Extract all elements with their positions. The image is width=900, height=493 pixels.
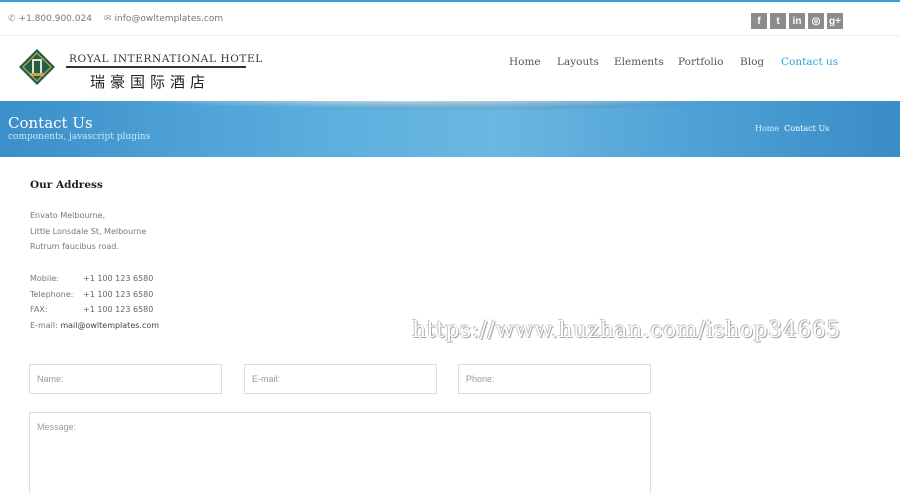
- contact-details: Mobile: +1 100 123 6580 Telephone: +1 10…: [30, 271, 159, 334]
- watermark-text: https://www.huzhan.com/ishop34665: [412, 318, 841, 343]
- banner-shine: [120, 101, 720, 109]
- fax-value: +1 100 123 6580: [83, 305, 154, 315]
- mobile-label: Mobile:: [30, 274, 59, 283]
- address-line: Little Lonsdale St, Melbourne: [30, 226, 147, 236]
- top-email[interactable]: ✉ info@owltemplates.com: [104, 14, 223, 24]
- logo-name-english: ROYAL INTERNATIONAL HOTEL: [69, 53, 263, 65]
- nav-blog[interactable]: Blog: [740, 56, 764, 68]
- nav-contact-us[interactable]: Contact us: [781, 56, 838, 68]
- page-subtitle: components, javascript plugins: [8, 132, 151, 142]
- mobile-row: Mobile: +1 100 123 6580: [30, 271, 159, 287]
- top-contact: ✆ +1.800.900.024 ✉ info@owltemplates.com: [8, 14, 223, 24]
- address-title: Our Address: [30, 179, 103, 191]
- telephone-label: Telephone:: [30, 289, 74, 299]
- email-label: E-mail:: [30, 321, 58, 331]
- phone-input[interactable]: [458, 364, 651, 394]
- top-bar: ✆ +1.800.900.024 ✉ info@owltemplates.com…: [0, 0, 900, 36]
- address-lines: Envato Melbourne, Little Lonsdale St, Me…: [30, 208, 146, 255]
- twitter-icon[interactable]: t: [770, 13, 786, 29]
- breadcrumb-current: Contact Us: [784, 124, 830, 133]
- address-line: Rutrum faucibus road.: [30, 242, 119, 251]
- logo-name-chinese: 瑞豪国际酒店: [90, 73, 211, 91]
- mobile-value: +1 100 123 6580: [83, 274, 154, 283]
- telephone-row: Telephone: +1 100 123 6580: [30, 287, 159, 303]
- dribbble-icon[interactable]: ◎: [808, 13, 824, 29]
- site-header: ROYAL INTERNATIONAL HOTEL 瑞豪国际酒店 Home La…: [0, 36, 900, 101]
- name-input[interactable]: [29, 364, 222, 394]
- top-phone-text: +1.800.900.024: [18, 14, 92, 24]
- phone-icon: ✆: [8, 14, 16, 24]
- top-email-text[interactable]: info@owltemplates.com: [114, 14, 223, 24]
- facebook-icon[interactable]: f: [751, 13, 767, 29]
- social-links: f t in ◎ g+: [751, 13, 843, 29]
- email-input[interactable]: [244, 364, 437, 394]
- page-title: Contact Us: [8, 114, 93, 132]
- page-banner: Contact Us components, javascript plugin…: [0, 101, 900, 157]
- email-row: E-mail: mail@owltemplates.com: [30, 318, 159, 334]
- fax-label: FAX:: [30, 305, 48, 315]
- top-phone: ✆ +1.800.900.024: [8, 14, 92, 24]
- breadcrumb: Home Contact Us: [755, 124, 829, 133]
- google-plus-icon[interactable]: g+: [827, 13, 843, 29]
- hotel-logo-emblem-icon[interactable]: [18, 48, 56, 86]
- nav-portfolio[interactable]: Portfolio: [678, 56, 723, 68]
- nav-layouts[interactable]: Layouts: [557, 56, 599, 68]
- nav-home[interactable]: Home: [509, 56, 541, 68]
- breadcrumb-home[interactable]: Home: [755, 124, 779, 133]
- email-link[interactable]: mail@owltemplates.com: [60, 318, 159, 334]
- nav-elements[interactable]: Elements: [614, 56, 664, 68]
- logo-divider: [66, 66, 246, 68]
- envelope-icon: ✉: [103, 14, 112, 24]
- fax-row: FAX: +1 100 123 6580: [30, 302, 159, 318]
- telephone-value: +1 100 123 6580: [83, 289, 154, 299]
- message-textarea[interactable]: [29, 412, 651, 493]
- address-line: Envato Melbourne,: [30, 211, 106, 220]
- linkedin-icon[interactable]: in: [789, 13, 805, 29]
